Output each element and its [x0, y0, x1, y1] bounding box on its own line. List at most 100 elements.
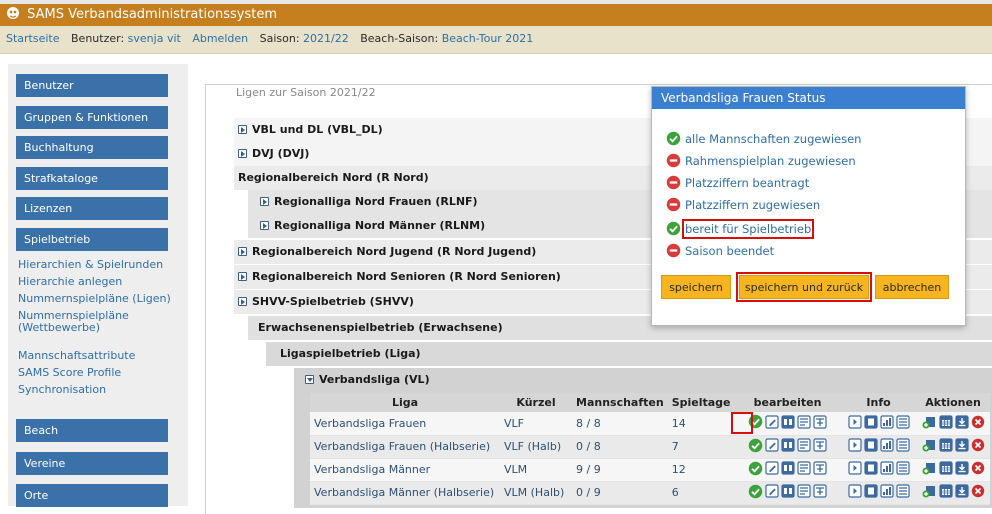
calendar-icon[interactable]: [938, 461, 953, 478]
schedule-edit-icon[interactable]: [797, 438, 811, 455]
info-stats-icon[interactable]: [879, 461, 894, 478]
sidebar-button-strafkataloge[interactable]: Strafkataloge: [16, 167, 168, 190]
calendar-icon[interactable]: [938, 415, 953, 432]
schedule-edit-icon[interactable]: [797, 484, 811, 501]
tree-node-rlnm[interactable]: Regionalliga Nord Männer (RLNM): [260, 214, 485, 238]
expand-icon[interactable]: [260, 197, 269, 206]
sidebar-button-lizenzen[interactable]: Lizenzen: [16, 197, 168, 220]
collapse-icon[interactable]: [305, 375, 314, 384]
tree-node-vbl[interactable]: VBL und DL (VBL_DL): [238, 118, 383, 142]
status-item-label[interactable]: Saison beendet: [685, 244, 774, 258]
sidebar-button-beach[interactable]: Beach: [16, 419, 168, 442]
add-match-icon[interactable]: [922, 415, 937, 432]
sidebar-link-synchronisation[interactable]: Synchronisation: [18, 384, 186, 396]
sidebar-link-hierarchien[interactable]: Hierarchien & Spielrunden: [18, 259, 186, 271]
info-document-icon[interactable]: [863, 438, 878, 455]
status-check-icon[interactable]: [748, 461, 763, 479]
save-button[interactable]: speichern: [661, 275, 731, 299]
info-stats-icon[interactable]: [879, 415, 894, 432]
info-list-icon[interactable]: [895, 461, 910, 478]
info-list-icon[interactable]: [895, 415, 910, 432]
sidebar-button-spielbetrieb[interactable]: Spielbetrieb: [16, 228, 168, 251]
calendar-icon[interactable]: [938, 438, 953, 455]
delete-icon[interactable]: [971, 438, 985, 455]
info-document-icon[interactable]: [863, 415, 878, 432]
tree-icon[interactable]: [813, 461, 827, 478]
schedule-edit-icon[interactable]: [797, 461, 811, 478]
tree-icon[interactable]: [813, 484, 827, 501]
add-match-icon[interactable]: [922, 438, 937, 455]
nav-home-link[interactable]: Startseite: [6, 32, 60, 45]
tree-node-erwachsene[interactable]: Erwachsenenspielbetrieb (Erwachsene): [258, 316, 503, 340]
expand-icon[interactable]: [238, 297, 247, 306]
status-item-label[interactable]: Platzziffern zugewiesen: [685, 198, 820, 212]
delete-icon[interactable]: [971, 461, 985, 478]
status-item-label[interactable]: Platzziffern beantragt: [685, 176, 809, 190]
calendar-icon[interactable]: [938, 484, 953, 501]
edit-icon[interactable]: [765, 484, 779, 501]
expand-icon[interactable]: [260, 221, 269, 230]
tree-icon[interactable]: [813, 438, 827, 455]
sidebar-link-hierarchie-anlegen[interactable]: Hierarchie anlegen: [18, 276, 186, 288]
edit-icon[interactable]: [765, 415, 779, 432]
edit-icon[interactable]: [765, 438, 779, 455]
expand-icon[interactable]: [238, 272, 247, 281]
delete-icon[interactable]: [971, 484, 985, 501]
status-check-icon[interactable]: [748, 438, 763, 456]
status-item-label[interactable]: alle Mannschaften zugewiesen: [685, 132, 861, 146]
sidebar-link-score-profile[interactable]: SAMS Score Profile: [18, 367, 186, 379]
info-expand-icon[interactable]: [847, 461, 862, 478]
teams-icon[interactable]: [781, 415, 795, 432]
cancel-button[interactable]: abbrechen: [875, 275, 949, 299]
download-icon[interactable]: [954, 415, 969, 432]
add-match-icon[interactable]: [922, 484, 937, 501]
download-icon[interactable]: [954, 484, 969, 501]
info-document-icon[interactable]: [863, 461, 878, 478]
sidebar-link-nsp-wettbewerbe[interactable]: Nummernspielpläne (Wettbewerbe): [18, 310, 186, 334]
sidebar-button-orte[interactable]: Orte: [16, 484, 168, 507]
info-stats-icon[interactable]: [879, 438, 894, 455]
status-item-label[interactable]: Rahmenspielplan zugewiesen: [685, 154, 856, 168]
teams-icon[interactable]: [781, 438, 795, 455]
nav-logout-link[interactable]: Abmelden: [192, 32, 248, 45]
tree-node-rnord-senioren[interactable]: Regionalbereich Nord Senioren (R Nord Se…: [238, 265, 561, 289]
sidebar-button-vereine[interactable]: Vereine: [16, 452, 168, 475]
nav-user-name[interactable]: svenja vit: [128, 32, 181, 45]
status-item-label[interactable]: bereit für Spielbetrieb: [681, 219, 815, 239]
sidebar-button-benutzer[interactable]: Benutzer: [16, 74, 168, 97]
delete-icon[interactable]: [971, 415, 985, 432]
expand-icon[interactable]: [238, 125, 247, 134]
teams-icon[interactable]: [781, 461, 795, 478]
tree-node-shvv[interactable]: SHVV-Spielbetrieb (SHVV): [238, 290, 414, 314]
tree-node-rnord[interactable]: Regionalbereich Nord (R Nord): [238, 166, 429, 190]
sidebar-link-nsp-ligen[interactable]: Nummernspielpläne (Ligen): [18, 293, 186, 305]
tree-node-liga[interactable]: Ligaspielbetrieb (Liga): [280, 342, 421, 366]
nav-beach-link[interactable]: Beach-Tour 2021: [442, 32, 534, 45]
info-stats-icon[interactable]: [879, 484, 894, 501]
nav-season-link[interactable]: 2021/22: [303, 32, 349, 45]
status-check-icon[interactable]: [748, 484, 763, 502]
teams-icon[interactable]: [781, 484, 795, 501]
info-expand-icon[interactable]: [847, 484, 862, 501]
tree-node-rnord-jugend[interactable]: Regionalbereich Nord Jugend (R Nord Juge…: [238, 240, 536, 264]
tree-node-rlnf[interactable]: Regionalliga Nord Frauen (RLNF): [260, 190, 478, 214]
schedule-edit-icon[interactable]: [797, 415, 811, 432]
add-match-icon[interactable]: [922, 461, 937, 478]
tree-node-verbandsliga[interactable]: Verbandsliga (VL): [305, 368, 430, 392]
info-list-icon[interactable]: [895, 438, 910, 455]
info-expand-icon[interactable]: [847, 415, 862, 432]
info-list-icon[interactable]: [895, 484, 910, 501]
sidebar-link-mannschaftsattribute[interactable]: Mannschaftsattribute: [18, 350, 186, 362]
tree-icon[interactable]: [813, 415, 827, 432]
info-document-icon[interactable]: [863, 484, 878, 501]
sidebar-button-buchhaltung[interactable]: Buchhaltung: [16, 136, 168, 159]
expand-icon[interactable]: [238, 247, 247, 256]
download-icon[interactable]: [954, 438, 969, 455]
sidebar-button-gruppen[interactable]: Gruppen & Funktionen: [16, 106, 168, 129]
download-icon[interactable]: [954, 461, 969, 478]
tree-node-dvj[interactable]: DVJ (DVJ): [238, 142, 309, 166]
info-expand-icon[interactable]: [847, 438, 862, 455]
edit-icon[interactable]: [765, 461, 779, 478]
expand-icon[interactable]: [238, 149, 247, 158]
save-and-back-button[interactable]: speichern und zurück: [736, 272, 872, 302]
